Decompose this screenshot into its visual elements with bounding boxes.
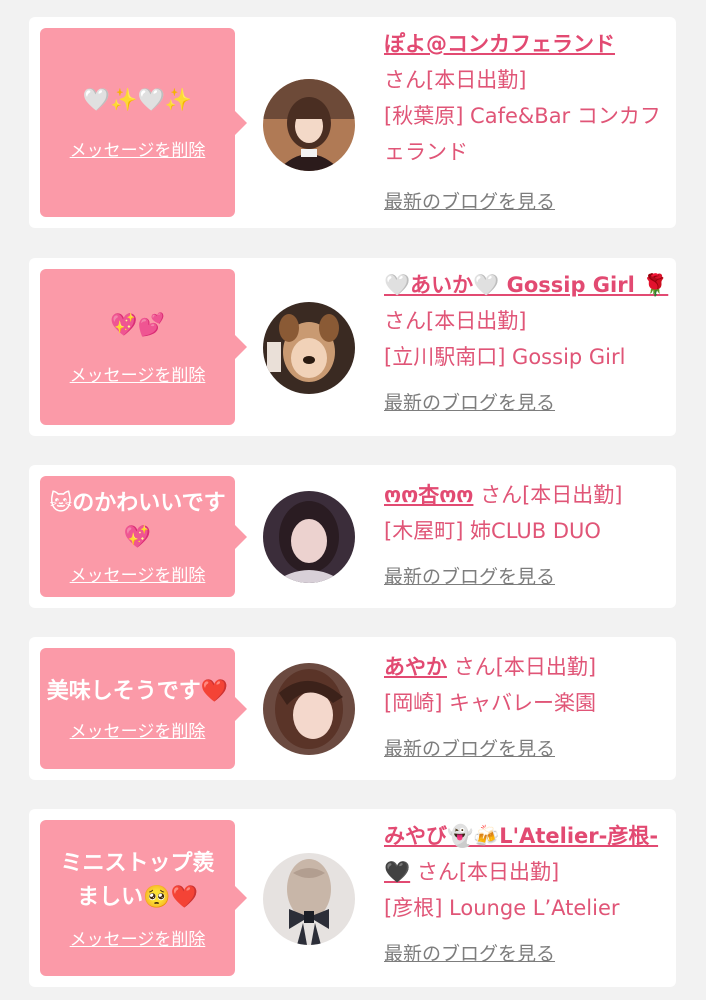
latest-blog-link[interactable]: 最新のブログを見る bbox=[384, 559, 669, 595]
shop-name: [立川駅南口] Gossip Girl bbox=[384, 345, 626, 369]
shop-name: [木屋町] 姉CLUB DUO bbox=[384, 519, 601, 543]
attendance-status: さん[本日出勤] bbox=[453, 655, 597, 679]
shop-name: [彦根] Lounge L’Atelier bbox=[384, 896, 620, 920]
message-bubble: 美味しそうです❤️ メッセージを削除 bbox=[40, 648, 247, 769]
message-text: 🐱のかわいいです💖 bbox=[49, 491, 226, 550]
avatar[interactable] bbox=[263, 79, 355, 171]
cast-info: みやび👻🍻L'Atelier-彦根-🖤 さん[本日出勤] [彦根] Lounge… bbox=[384, 818, 669, 972]
message-card: 🤍✨🤍✨ メッセージを削除 ぽよ@コンカフェランド さん[本日出勤] [秋葉原]… bbox=[29, 17, 676, 228]
message-text: 💖💕 bbox=[110, 312, 165, 338]
message-card: 💖💕 メッセージを削除 🤍あいか🤍 Gossip Girl 🌹 さん[本日出勤]… bbox=[29, 258, 676, 436]
cast-info: 🤍あいか🤍 Gossip Girl 🌹 さん[本日出勤] [立川駅南口] Gos… bbox=[384, 267, 669, 421]
cast-name-link[interactable]: ოო杏ოო bbox=[384, 483, 473, 507]
cast-info: ოო杏ოო さん[本日出勤] [木屋町] 姉CLUB DUO 最新のブログを見る bbox=[384, 477, 669, 595]
message-card: ミニストップ羨ましい🥺❤️ メッセージを削除 みやび👻🍻L'Atelier-彦根… bbox=[29, 809, 676, 987]
delete-message-link[interactable]: メッセージを削除 bbox=[70, 717, 206, 742]
latest-blog-link[interactable]: 最新のブログを見る bbox=[384, 936, 669, 972]
shop-name: [秋葉原] Cafe&Bar コンカフェランド bbox=[384, 104, 661, 164]
avatar[interactable] bbox=[263, 302, 355, 394]
delete-message-link[interactable]: メッセージを削除 bbox=[70, 561, 206, 586]
message-bubble: 🤍✨🤍✨ メッセージを削除 bbox=[40, 28, 247, 217]
message-card: 美味しそうです❤️ メッセージを削除 あやか さん[本日出勤] [岡崎] キャバ… bbox=[29, 637, 676, 780]
message-text: ミニストップ羨ましい🥺❤️ bbox=[60, 850, 215, 910]
cast-name-link[interactable]: ぽよ@コンカフェランド bbox=[384, 32, 615, 56]
shop-name: [岡崎] キャバレー楽園 bbox=[384, 691, 597, 715]
delete-message-link[interactable]: メッセージを削除 bbox=[70, 361, 206, 386]
message-text: 🤍✨🤍✨ bbox=[82, 88, 193, 113]
avatar[interactable] bbox=[263, 491, 355, 583]
latest-blog-link[interactable]: 最新のブログを見る bbox=[384, 731, 669, 767]
avatar[interactable] bbox=[263, 853, 355, 945]
message-bubble: 💖💕 メッセージを削除 bbox=[40, 269, 247, 425]
latest-blog-link[interactable]: 最新のブログを見る bbox=[384, 184, 669, 220]
message-text: 美味しそうです❤️ bbox=[46, 679, 229, 704]
attendance-status: さん[本日出勤] bbox=[416, 860, 560, 884]
message-bubble: 🐱のかわいいです💖 メッセージを削除 bbox=[40, 476, 247, 597]
attendance-status: さん[本日出勤] bbox=[384, 309, 527, 333]
delete-message-link[interactable]: メッセージを削除 bbox=[70, 136, 206, 161]
avatar[interactable] bbox=[263, 663, 355, 755]
cast-name-link[interactable]: あやか bbox=[384, 655, 447, 679]
delete-message-link[interactable]: メッセージを削除 bbox=[70, 925, 206, 950]
message-list: 🤍✨🤍✨ メッセージを削除 ぽよ@コンカフェランド さん[本日出勤] [秋葉原]… bbox=[0, 0, 706, 1000]
attendance-status: さん[本日出勤] bbox=[480, 483, 623, 507]
message-card: 🐱のかわいいです💖 メッセージを削除 ოო杏ოო さん[本日出勤] [木屋町] … bbox=[29, 465, 676, 608]
attendance-status: さん[本日出勤] bbox=[384, 68, 527, 92]
cast-info: あやか さん[本日出勤] [岡崎] キャバレー楽園 最新のブログを見る bbox=[384, 649, 669, 767]
latest-blog-link[interactable]: 最新のブログを見る bbox=[384, 385, 669, 421]
message-bubble: ミニストップ羨ましい🥺❤️ メッセージを削除 bbox=[40, 820, 247, 976]
cast-info: ぽよ@コンカフェランド さん[本日出勤] [秋葉原] Cafe&Bar コンカフ… bbox=[384, 26, 669, 220]
cast-name-link[interactable]: 🤍あいか🤍 Gossip Girl 🌹 bbox=[384, 273, 668, 297]
